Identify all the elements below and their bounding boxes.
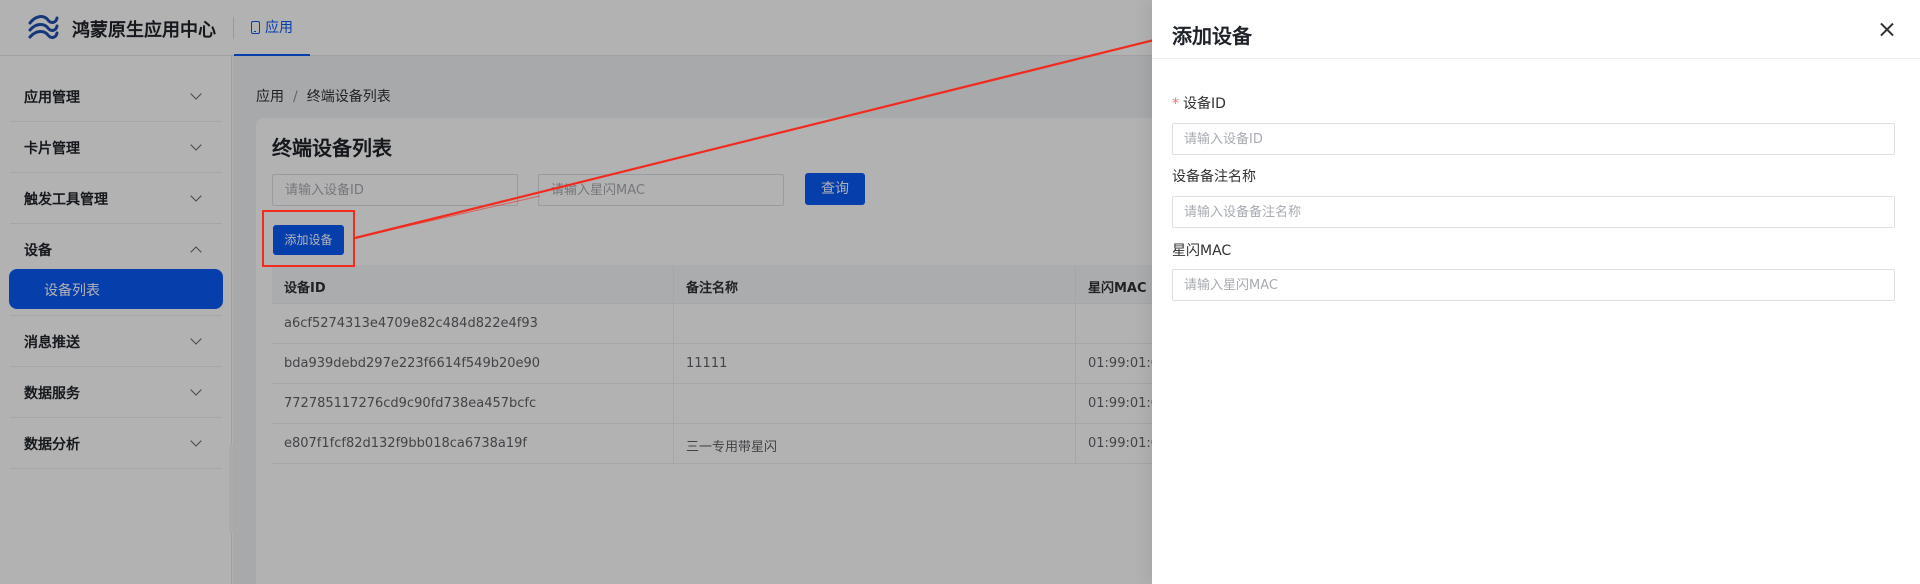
add-device-drawer: 添加设备 *设备ID 设备备注名称 星闪MAC	[1152, 0, 1920, 584]
device-id-label-text: 设备ID	[1183, 96, 1226, 112]
mac-label-text: 星闪MAC	[1172, 243, 1232, 259]
device-remark-label: 设备备注名称	[1172, 166, 1256, 186]
device-remark-input[interactable]	[1172, 196, 1895, 228]
drawer-divider	[1152, 58, 1920, 59]
required-asterisk: *	[1172, 96, 1179, 112]
annotation-highlight-box	[262, 210, 355, 267]
device-remark-label-text: 设备备注名称	[1172, 169, 1256, 185]
mac-label: 星闪MAC	[1172, 240, 1231, 260]
modal-overlay[interactable]	[0, 0, 1152, 584]
close-icon[interactable]	[1876, 19, 1898, 41]
device-id-input[interactable]	[1172, 123, 1895, 155]
device-id-label: * 设备ID	[1172, 93, 1226, 113]
drawer-title: 添加设备	[1172, 24, 1252, 48]
mac-input[interactable]	[1172, 269, 1895, 301]
